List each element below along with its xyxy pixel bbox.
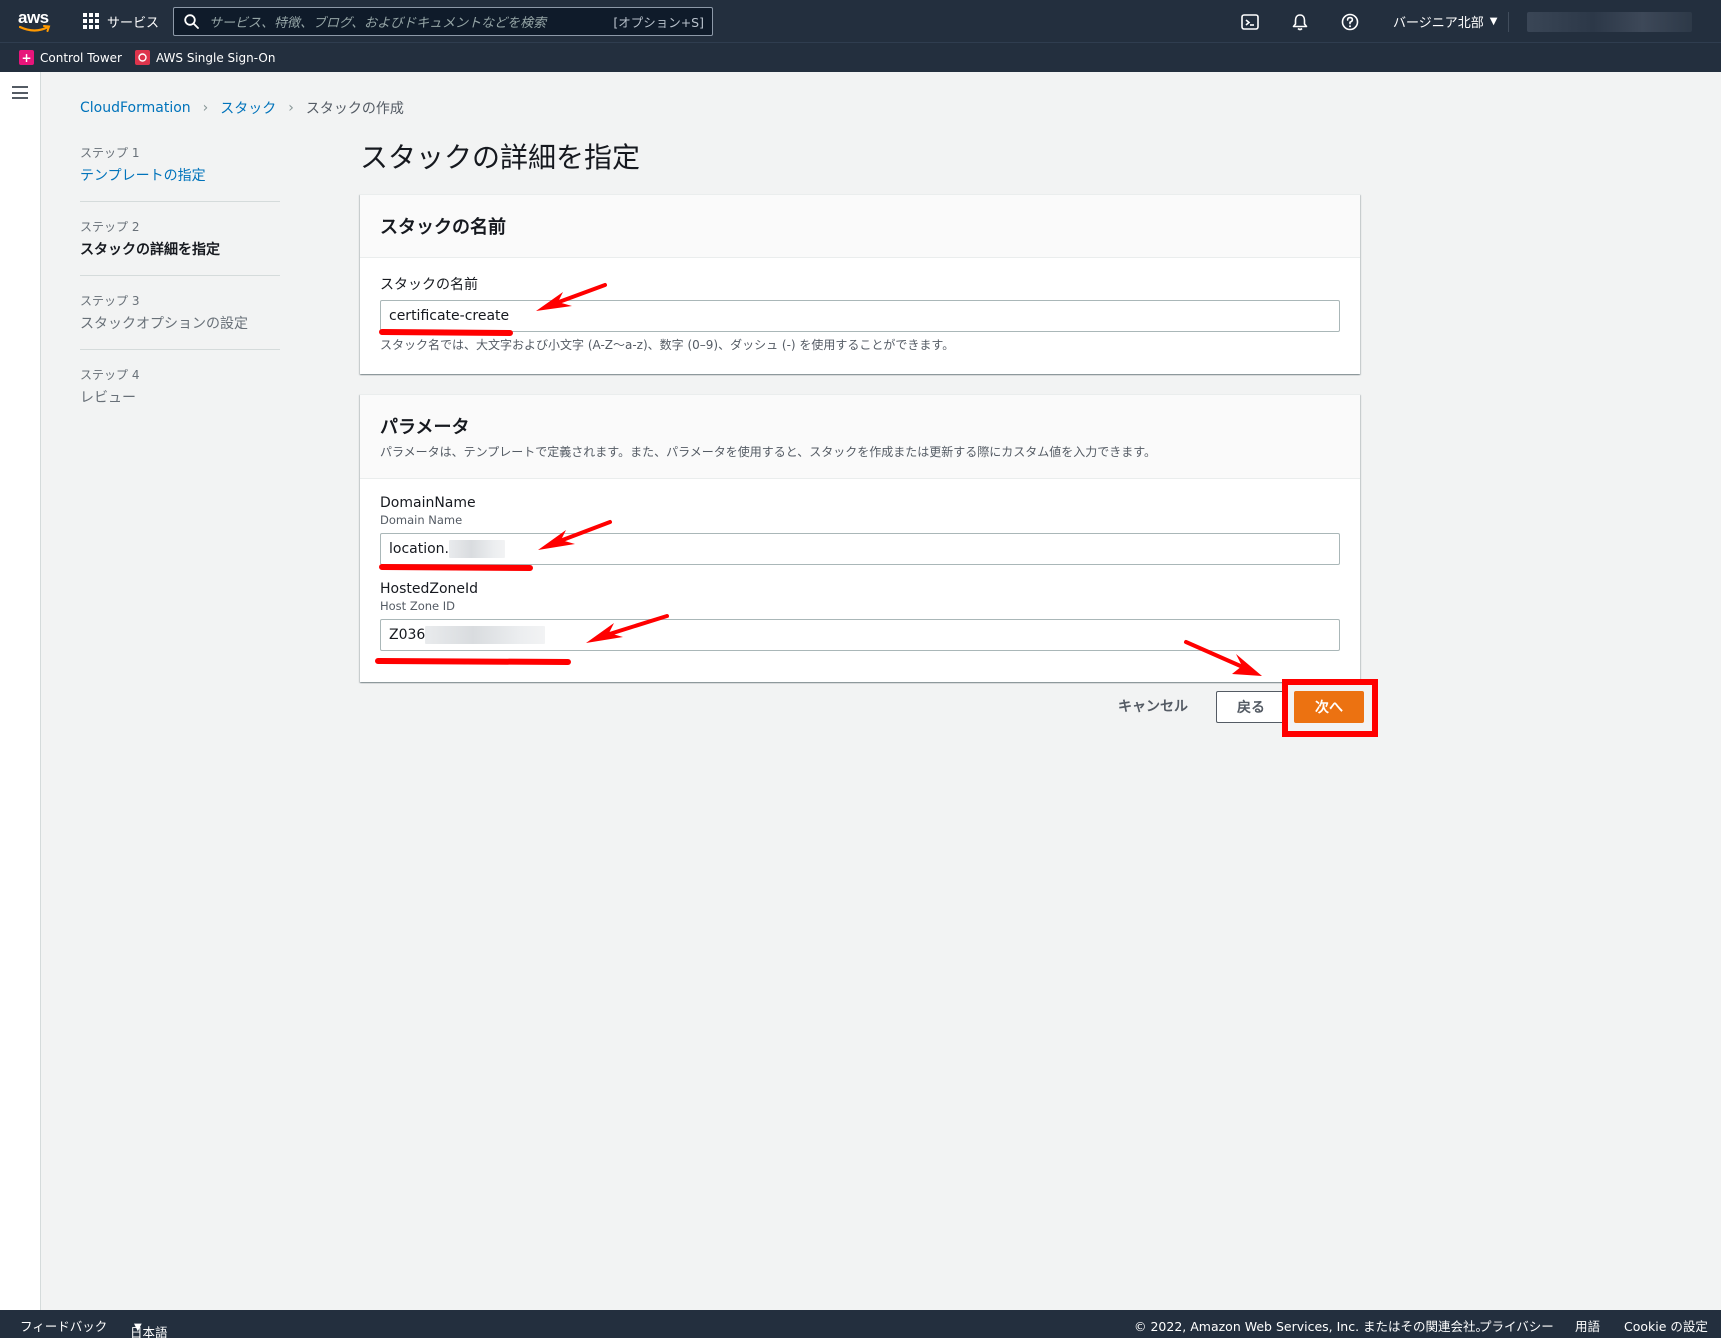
stack-name-label: スタックの名前 [380, 277, 478, 293]
hosted-zone-id-description: Host Zone ID [380, 599, 456, 613]
favorite-label: AWS Single Sign-On [156, 50, 276, 65]
hosted-zone-id-input[interactable]: Z036 [380, 619, 1340, 651]
redacted-text [449, 540, 505, 558]
domain-name-description: Domain Name [380, 513, 463, 527]
step-current-details: スタックの詳細を指定 [80, 242, 220, 258]
aws-logo-text: aws [18, 8, 49, 27]
step-number: ステップ 1 [80, 146, 140, 160]
breadcrumb: CloudFormation › スタック › スタックの作成 [80, 98, 404, 118]
nav-divider [1508, 12, 1509, 32]
grid-icon [83, 13, 99, 29]
domain-name-input[interactable]: location. [380, 533, 1340, 565]
step-review: レビュー [80, 390, 136, 406]
hosted-zone-id-label: HostedZoneId [380, 581, 479, 597]
panel-header: スタックの名前 [360, 195, 1360, 258]
redacted-text [425, 626, 546, 644]
favorite-control-tower[interactable]: + Control Tower [19, 50, 122, 65]
panel-description: パラメータは、テンプレートで定義されます。また、パラメータを使用すると、スタック… [380, 445, 1157, 459]
panel-header: パラメータ パラメータは、テンプレートで定義されます。また、パラメータを使用する… [360, 395, 1360, 479]
domain-name-value: location. [389, 541, 449, 557]
search-shortcut: [オプション+S] [613, 15, 704, 30]
sso-icon [135, 50, 150, 65]
services-label: サービス [107, 15, 160, 31]
search-icon [184, 14, 199, 29]
region-label: バージニア北部 [1393, 16, 1484, 31]
back-button[interactable]: 戻る [1216, 691, 1286, 723]
panel-title: スタックの名前 [380, 217, 506, 238]
aws-logo[interactable]: aws [18, 9, 54, 35]
search-input[interactable]: サービス、特徴、ブログ、およびドキュメントなどを検索 [オプション+S] [173, 7, 713, 36]
terms-link[interactable]: 用語 [1575, 1316, 1600, 1335]
panel-body: DomainName Domain Name location. HostedZ… [360, 479, 1360, 671]
breadcrumb-stacks[interactable]: スタック [220, 98, 276, 118]
domain-name-label: DomainName [380, 495, 476, 511]
next-button[interactable]: 次へ [1294, 691, 1364, 723]
cookie-settings-link[interactable]: Cookie の設定 [1624, 1316, 1708, 1335]
cloudshell-icon[interactable] [1240, 12, 1260, 32]
step-3: ステップ 3 スタックオプションの設定 [80, 292, 280, 350]
stack-name-value: certificate-create [389, 308, 510, 324]
page-title: スタックの詳細を指定 [360, 141, 641, 174]
privacy-link[interactable]: プライバシー [1479, 1316, 1554, 1335]
hosted-zone-id-value: Z036 [389, 627, 426, 643]
breadcrumb-current: スタックの作成 [305, 101, 404, 117]
bell-icon[interactable] [1290, 12, 1310, 32]
caret-down-icon: ▼ [1489, 16, 1498, 27]
breadcrumb-cloudformation[interactable]: CloudFormation [80, 100, 191, 116]
favorite-aws-sso[interactable]: AWS Single Sign-On [135, 50, 275, 65]
help-icon[interactable] [1340, 12, 1360, 32]
services-menu-button[interactable]: サービス [83, 10, 159, 32]
side-navigation-rail [0, 72, 41, 1310]
stack-name-input[interactable]: certificate-create [380, 300, 1340, 332]
stack-name-hint: スタック名では、大文字および小文字 (A-Z〜a-z)、数字 (0–9)、ダッシ… [380, 338, 955, 352]
favorite-label: Control Tower [40, 50, 122, 65]
step-number: ステップ 4 [80, 368, 140, 382]
control-tower-icon: + [19, 50, 34, 65]
panel-body: スタックの名前 certificate-create スタック名では、大文字およ… [360, 258, 1360, 373]
panel-title: パラメータ [380, 417, 470, 438]
region-selector[interactable]: バージニア北部 ▼ [1393, 12, 1497, 31]
footer: フィードバック 日本語 ▼ © 2022, Amazon Web Service… [0, 1310, 1721, 1338]
copyright-text: © 2022, Amazon Web Services, Inc. またはその関… [1134, 1319, 1489, 1334]
step-options: スタックオプションの設定 [80, 316, 248, 332]
step-1: ステップ 1 テンプレートの指定 [80, 144, 280, 202]
account-menu[interactable] [1527, 12, 1692, 32]
step-number: ステップ 3 [80, 294, 140, 308]
cancel-button[interactable]: キャンセル [1114, 690, 1192, 722]
caret-down-icon: ▼ [134, 1322, 142, 1333]
favorites-bar: + Control Tower AWS Single Sign-On [0, 42, 1721, 72]
feedback-link[interactable]: フィードバック [20, 1316, 107, 1335]
chevron-right-icon: › [288, 100, 294, 116]
top-navigation: aws サービス サービス、特徴、ブログ、およびドキュメントなどを検索 [オプシ… [0, 0, 1721, 42]
step-4: ステップ 4 レビュー [80, 366, 280, 423]
wizard-steps: ステップ 1 テンプレートの指定 ステップ 2 スタックの詳細を指定 ステップ … [80, 144, 280, 439]
search-placeholder: サービス、特徴、ブログ、およびドキュメントなどを検索 [209, 16, 547, 31]
stack-name-panel: スタックの名前 スタックの名前 certificate-create スタック名… [360, 194, 1360, 374]
step-number: ステップ 2 [80, 220, 140, 234]
menu-icon[interactable] [12, 86, 28, 99]
aws-smile-icon [19, 25, 51, 32]
chevron-right-icon: › [202, 100, 209, 116]
parameters-panel: パラメータ パラメータは、テンプレートで定義されます。また、パラメータを使用する… [360, 394, 1360, 682]
step-2: ステップ 2 スタックの詳細を指定 [80, 218, 280, 276]
step-link-template[interactable]: テンプレートの指定 [80, 165, 280, 185]
